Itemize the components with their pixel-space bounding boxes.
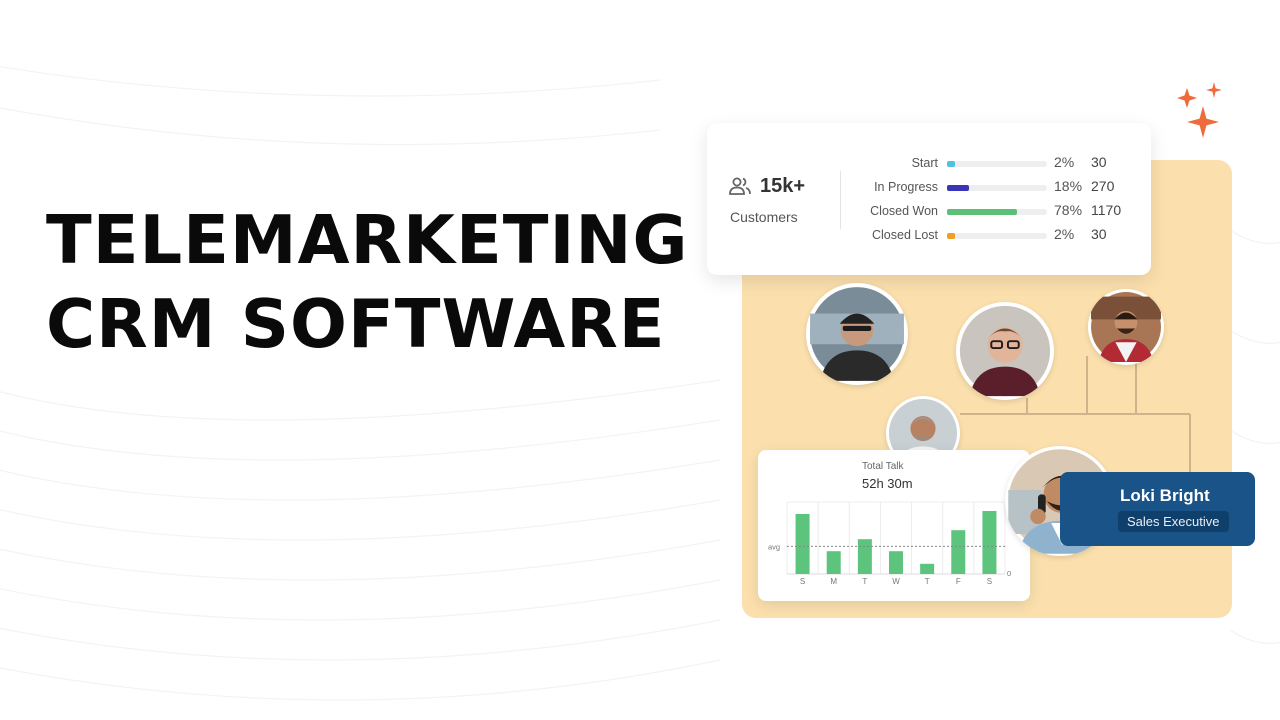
stage-label: Start <box>911 156 938 170</box>
x-tick-label: M <box>830 577 837 586</box>
stage-progress-fill <box>947 209 1017 215</box>
average-label: avg <box>768 542 780 551</box>
stage-percent: 2% <box>1054 226 1075 242</box>
team-member-avatar-cyclist[interactable] <box>806 283 908 385</box>
bar-0 <box>795 514 810 574</box>
stage-count: 30 <box>1091 226 1107 242</box>
stage-count: 270 <box>1091 178 1115 194</box>
stage-progress-bar <box>947 233 1047 239</box>
bar-6 <box>982 511 997 574</box>
x-tick-label: S <box>987 577 992 586</box>
stage-label: Closed Won <box>870 204 938 218</box>
x-tick-label: F <box>956 577 961 586</box>
stage-progress-bar <box>947 185 1047 191</box>
stage-progress-fill <box>947 233 955 239</box>
team-member-avatar-glasses[interactable] <box>956 302 1054 400</box>
profile-role-badge: Sales Executive <box>1118 511 1229 532</box>
stage-count: 1170 <box>1091 202 1122 218</box>
stage-progress-bar <box>947 161 1047 167</box>
stage-progress-bar <box>947 209 1047 215</box>
org-connectors <box>960 356 1191 475</box>
bar-4 <box>920 563 935 574</box>
person-photo-icon <box>1091 292 1161 362</box>
profile-tag[interactable]: Loki Bright Sales Executive <box>1060 472 1255 546</box>
bar-2 <box>857 539 872 574</box>
bar-1 <box>826 551 841 574</box>
talk-time-card: Total Talk 52h 30m SMTWTFSavg10h0 <box>758 450 1030 601</box>
pipeline-row-closed-won: Closed Won 78% 1170 <box>707 202 1151 222</box>
stage-percent: 78% <box>1054 202 1083 218</box>
pipeline-row-in-progress: In Progress 18% 270 <box>707 178 1151 198</box>
profile-name: Loki Bright <box>1120 486 1210 505</box>
pipeline-stats-card: 15k+ Customers Start 2% 30 In Progress 1… <box>707 123 1151 275</box>
person-photo-icon <box>810 287 904 381</box>
stage-label: In Progress <box>874 180 938 194</box>
x-tick-label: T <box>925 577 930 586</box>
team-member-avatar-apron[interactable] <box>1088 289 1164 365</box>
stage-progress-fill <box>947 185 969 191</box>
stage-progress-fill <box>947 161 955 167</box>
person-photo-icon <box>959 305 1051 397</box>
y-tick-label: 0 <box>1007 569 1011 578</box>
x-tick-label: S <box>800 577 805 586</box>
sparkle-icon <box>1177 82 1222 138</box>
stage-percent: 2% <box>1054 154 1075 170</box>
talk-time-bar-chart: SMTWTFSavg10h0 <box>768 501 1020 586</box>
x-tick-label: W <box>892 577 900 586</box>
stage-label: Closed Lost <box>871 228 938 242</box>
bar-3 <box>889 551 903 574</box>
bar-5 <box>951 530 966 574</box>
stage-percent: 18% <box>1054 178 1083 194</box>
stage-count: 30 <box>1091 154 1107 170</box>
pipeline-row-start: Start 2% 30 <box>707 154 1151 174</box>
x-tick-label: T <box>862 577 867 586</box>
pipeline-row-closed-lost: Closed Lost 2% 30 <box>707 226 1151 246</box>
